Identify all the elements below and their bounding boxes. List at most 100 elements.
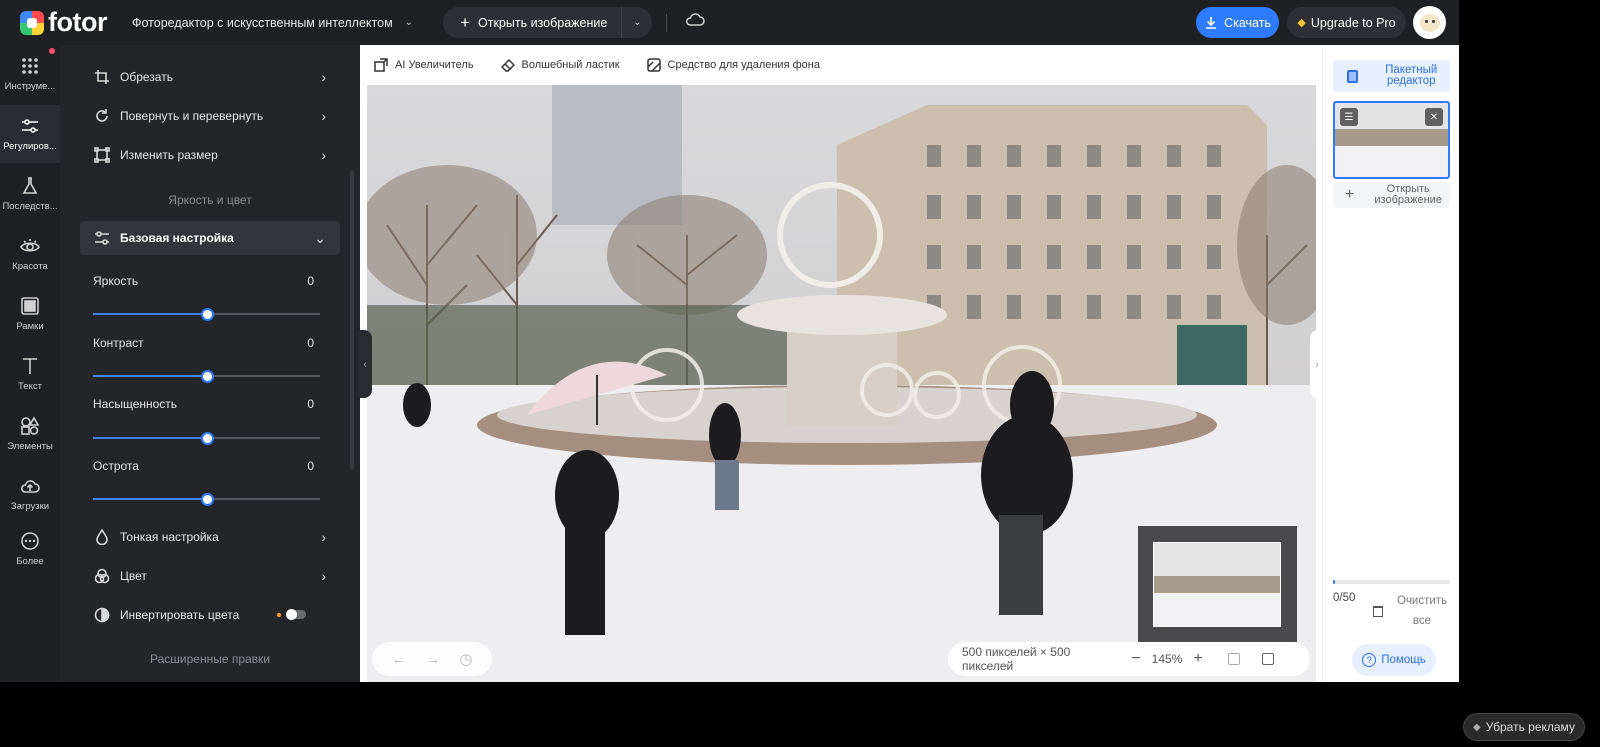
text-icon bbox=[23, 358, 37, 374]
tool-rail: Инструме... Регулиров... Последств... Кр… bbox=[0, 45, 60, 682]
collapse-left-panel-button[interactable]: ‹ bbox=[358, 330, 372, 398]
brightness-color-section-title: Яркость и цвет bbox=[168, 193, 252, 207]
resize-icon bbox=[94, 147, 110, 163]
rail-label: Элементы bbox=[7, 441, 53, 452]
fit-screen-icon[interactable] bbox=[1262, 653, 1274, 665]
slider-fill bbox=[93, 375, 207, 377]
diamond-icon: ◆ bbox=[1297, 17, 1306, 29]
trash-icon bbox=[1373, 606, 1383, 618]
upload-progress-fill bbox=[1333, 580, 1336, 584]
zoom-in-button[interactable]: + bbox=[1184, 650, 1212, 668]
rail-item-effects[interactable]: Последств... bbox=[0, 165, 60, 223]
rail-item-more[interactable]: Более bbox=[0, 520, 60, 578]
avatar[interactable] bbox=[1413, 6, 1446, 39]
download-icon bbox=[1206, 16, 1217, 29]
sharpness-slider[interactable] bbox=[93, 493, 320, 506]
rail-item-tools[interactable]: Инструме... bbox=[0, 45, 60, 103]
contrast-value: 0 bbox=[307, 336, 314, 350]
remove-ads-label: Убрать рекламу bbox=[1485, 720, 1575, 734]
rail-item-elements[interactable]: Элементы bbox=[0, 405, 60, 463]
cloud-icon[interactable] bbox=[685, 13, 706, 32]
pro-dot bbox=[277, 613, 281, 617]
add-image-label: Открыть изображение bbox=[1374, 183, 1442, 206]
clear-all-button[interactable]: Очистить все bbox=[1365, 592, 1455, 631]
sharpness-label: Острота bbox=[93, 459, 139, 473]
help-button[interactable]: ? Помощь bbox=[1352, 644, 1436, 676]
rail-item-text[interactable]: Текст bbox=[0, 345, 60, 403]
minimap-viewport[interactable] bbox=[1153, 542, 1281, 627]
right-panel: Пакетный редактор ☰ ✕ + Открыть изображе… bbox=[1322, 45, 1459, 682]
chevron-down-icon: ⌄ bbox=[404, 17, 414, 28]
undo-icon[interactable]: ← bbox=[391, 651, 406, 668]
clear-all-label: Очистить все bbox=[1397, 595, 1448, 627]
rail-item-frames[interactable]: Рамки bbox=[0, 285, 60, 343]
basic-adjust-row[interactable]: Базовая настройка ⌄ bbox=[80, 221, 340, 255]
add-image-button[interactable]: + Открыть изображение bbox=[1333, 182, 1450, 208]
resize-row[interactable]: Изменить размер › bbox=[80, 136, 340, 174]
slider-thumb[interactable] bbox=[200, 308, 214, 321]
image-thumbnail[interactable]: ☰ ✕ bbox=[1333, 101, 1450, 179]
bg-remover-button[interactable]: Средство для удаления фона bbox=[646, 58, 820, 72]
batch-icon bbox=[1347, 69, 1359, 83]
batch-editor-button[interactable]: Пакетный редактор bbox=[1333, 60, 1450, 92]
slider-thumb[interactable] bbox=[200, 370, 214, 383]
panel-scrollbar[interactable] bbox=[350, 170, 354, 470]
zoom-out-button[interactable]: − bbox=[1122, 650, 1150, 668]
upload-progress bbox=[1333, 580, 1450, 584]
color-row[interactable]: Цвет › bbox=[80, 557, 340, 595]
brightness-slider[interactable] bbox=[93, 308, 320, 321]
rail-item-uploads[interactable]: Загрузки bbox=[0, 465, 60, 523]
saturation-value: 0 bbox=[307, 397, 314, 411]
compare-icon[interactable] bbox=[1228, 653, 1240, 665]
rail-label: Текст bbox=[18, 381, 42, 392]
navigator-minimap[interactable] bbox=[1138, 526, 1297, 642]
upgrade-label: Upgrade to Pro bbox=[1310, 15, 1396, 30]
rotate-row[interactable]: Повернуть и перевернуть › bbox=[80, 97, 340, 135]
rail-item-beauty[interactable]: Красота bbox=[0, 225, 60, 283]
logo-text: fotor bbox=[48, 7, 107, 37]
upgrade-pro-button[interactable]: ◆ Upgrade to Pro bbox=[1287, 7, 1406, 38]
zoom-bar: 500 пикселей × 500 пикселей − 145% + bbox=[948, 642, 1310, 676]
rail-label: Рамки bbox=[16, 321, 44, 332]
diamond-icon: ◆ bbox=[1473, 721, 1481, 733]
ai-editor-label: Фоторедактор с искусственным интеллектом bbox=[132, 15, 393, 30]
fotor-logo[interactable]: fotor bbox=[20, 7, 115, 38]
fine-tune-row[interactable]: Тонкая настройка › bbox=[80, 518, 340, 556]
invert-colors-toggle[interactable] bbox=[286, 609, 306, 620]
fine-tune-label: Тонкая настройка bbox=[120, 530, 219, 544]
adjust-panel: Обрезать › Повернуть и перевернуть › Изм… bbox=[60, 45, 360, 682]
batch-editor-label: Пакетный редактор bbox=[1385, 63, 1438, 87]
open-image-button[interactable]: + Открыть изображение bbox=[443, 7, 623, 38]
rail-item-adjust[interactable]: Регулиров... bbox=[0, 105, 60, 163]
advanced-section-title: Расширенные правки bbox=[149, 652, 271, 666]
magic-eraser-button[interactable]: Волшебный ластик bbox=[500, 58, 620, 72]
ai-upscaler-button[interactable]: AI Увеличитель bbox=[374, 58, 474, 72]
brightness-label: Яркость bbox=[93, 274, 139, 288]
image-dimensions: 500 пикселей × 500 пикселей bbox=[962, 645, 1071, 673]
more-icon bbox=[21, 532, 39, 550]
slider-fill bbox=[93, 498, 207, 500]
eye-icon bbox=[20, 239, 40, 252]
grid-icon bbox=[22, 58, 38, 74]
redo-icon[interactable]: → bbox=[425, 651, 440, 668]
fotor-logo-icon bbox=[20, 10, 44, 35]
shapes-icon bbox=[21, 416, 40, 435]
sharpness-value: 0 bbox=[307, 459, 314, 473]
ai-editor-menu[interactable]: Фоторедактор с искусственным интеллектом… bbox=[132, 16, 413, 30]
download-button[interactable]: Скачать bbox=[1196, 7, 1279, 38]
open-image-dropdown-button[interactable]: ⌄ bbox=[622, 17, 652, 28]
crop-row[interactable]: Обрезать › bbox=[80, 58, 340, 96]
sliders-icon bbox=[22, 119, 38, 133]
contrast-slider[interactable] bbox=[93, 370, 320, 383]
saturation-slider[interactable] bbox=[93, 432, 320, 445]
upscale-icon bbox=[374, 58, 388, 72]
download-label: Скачать bbox=[1224, 15, 1271, 30]
remove-ads-button[interactable]: ◆ Убрать рекламу bbox=[1463, 713, 1585, 741]
history-icon[interactable]: ◷ bbox=[459, 650, 472, 668]
layers-icon[interactable]: ☰ bbox=[1340, 108, 1358, 126]
slider-thumb[interactable] bbox=[200, 493, 214, 506]
flask-icon bbox=[22, 177, 38, 194]
brightness-value: 0 bbox=[307, 274, 314, 288]
delete-icon[interactable]: ✕ bbox=[1425, 108, 1443, 126]
slider-thumb[interactable] bbox=[200, 432, 214, 445]
